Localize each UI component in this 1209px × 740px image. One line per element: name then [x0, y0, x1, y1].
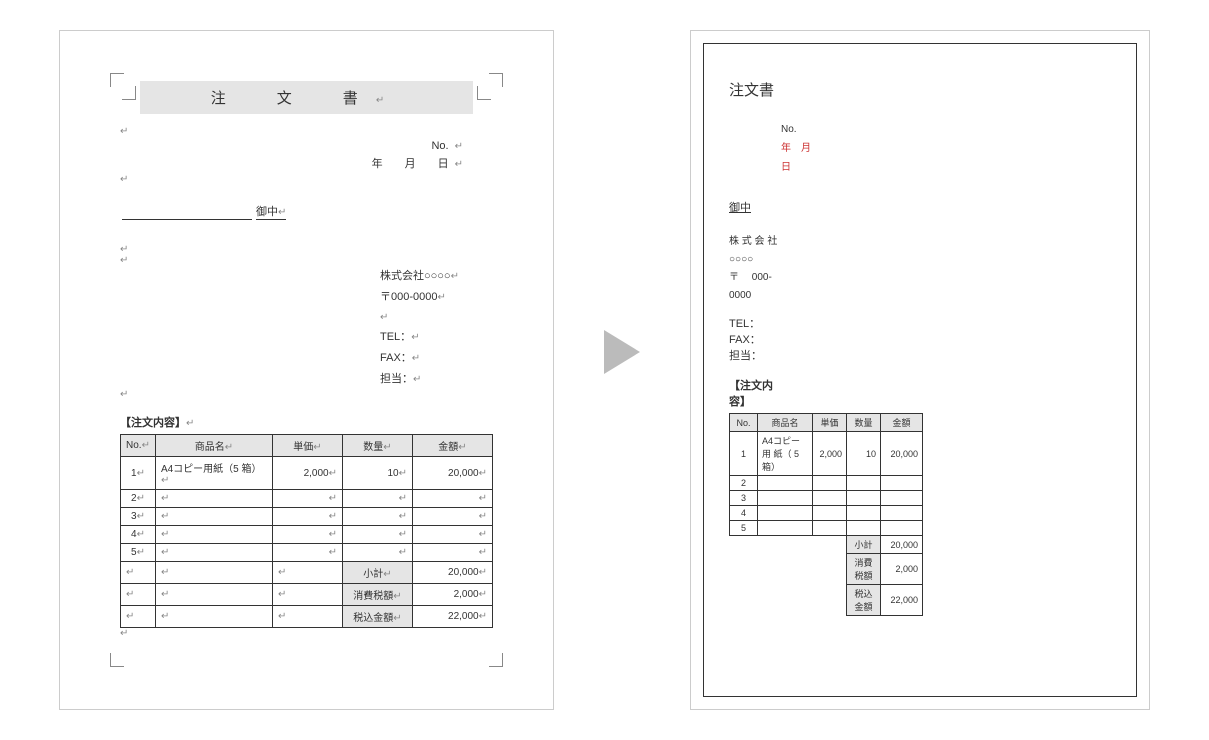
- tel-row: TEL：: [729, 315, 1111, 331]
- table-row: 1↵A4コピー用紙（5 箱） ↵2,000↵10↵20,000↵: [121, 457, 493, 490]
- table-row: 2↵↵↵↵↵: [121, 490, 493, 508]
- staff-row: 担当：: [729, 347, 1111, 363]
- document-before: 注 文 書↵ ↵ No.↵ 年 月 日↵ ↵ 御中↵ ↵ ↵ 株式会社○○○○↵…: [59, 30, 554, 710]
- tax-row: 消費税額2,000: [847, 554, 923, 585]
- crop-mark-icon: [477, 86, 491, 100]
- table-row: 5: [730, 521, 923, 536]
- totals-table: 小計20,000 消費税額2,000 税込金額22,000: [846, 535, 923, 616]
- arrow-icon: [604, 330, 640, 374]
- gross-row: 税込金額22,000: [847, 585, 923, 616]
- no-date-block: No. 年 月 日: [781, 120, 851, 177]
- table-header-row: No.↵ 商品名↵ 単価↵ 数量↵ 金額↵: [121, 435, 493, 457]
- sender-block: 株 式 会 社 ○○○○ 〒 000- 0000: [729, 233, 799, 305]
- section-heading: 【注文内容】: [729, 377, 784, 409]
- crop-mark-icon: [110, 653, 124, 667]
- paragraph-mark: ↵: [120, 126, 493, 137]
- table-row: 4↵↵↵↵↵: [121, 526, 493, 544]
- crop-mark-icon: [122, 86, 136, 100]
- paragraph-mark: ↵: [120, 174, 493, 185]
- order-table: No. 商品名 単価 数量 金額 1A4コピー用 紙（ 5 箱）2,000102…: [729, 413, 923, 536]
- crop-mark-icon: [110, 73, 124, 87]
- recipient-row: 御中↵: [122, 203, 493, 220]
- section-heading: 【注文内容】↵: [120, 414, 493, 430]
- table-row: 4: [730, 506, 923, 521]
- tax-row: ↵↵↵消費税額↵2,000↵: [121, 584, 493, 606]
- order-table: No.↵ 商品名↵ 単価↵ 数量↵ 金額↵ 1↵A4コピー用紙（5 箱） ↵2,…: [120, 434, 493, 628]
- table-row: 5↵↵↵↵↵: [121, 544, 493, 562]
- no-row: No.↵: [120, 140, 493, 152]
- crop-mark-icon: [489, 653, 503, 667]
- table-row: 1A4コピー用 紙（ 5 箱）2,0001020,000: [730, 432, 923, 476]
- crop-mark-icon: [489, 73, 503, 87]
- table-row: 3↵↵↵↵↵: [121, 508, 493, 526]
- doc-title: 注 文 書↵: [140, 81, 473, 114]
- document-after: 注文書 No. 年 月 日 御中 株 式 会 社 ○○○○ 〒 000- 000…: [690, 30, 1150, 710]
- gross-row: ↵↵↵税込金額↵22,000↵: [121, 606, 493, 628]
- paragraph-mark: ↵: [120, 389, 493, 400]
- table-row: 3: [730, 491, 923, 506]
- paragraph-mark: ↵: [120, 255, 493, 266]
- paragraph-mark: ↵: [120, 244, 493, 255]
- subtotal-row: 小計20,000: [847, 536, 923, 554]
- doc-title: 注文書: [729, 79, 1111, 100]
- table-row: 2: [730, 476, 923, 491]
- recipient-row: 御中: [729, 199, 1111, 215]
- table-header-row: No. 商品名 単価 数量 金額: [730, 414, 923, 432]
- sender-block: 株式会社○○○○↵ 〒000-0000↵ ↵ TEL：↵ FAX：↵ 担当：↵: [380, 266, 493, 389]
- date-row: 年 月 日↵: [120, 155, 493, 171]
- subtotal-row: ↵↵↵小計↵20,000↵: [121, 562, 493, 584]
- fax-row: FAX：: [729, 331, 1111, 347]
- paragraph-mark: ↵: [120, 628, 493, 639]
